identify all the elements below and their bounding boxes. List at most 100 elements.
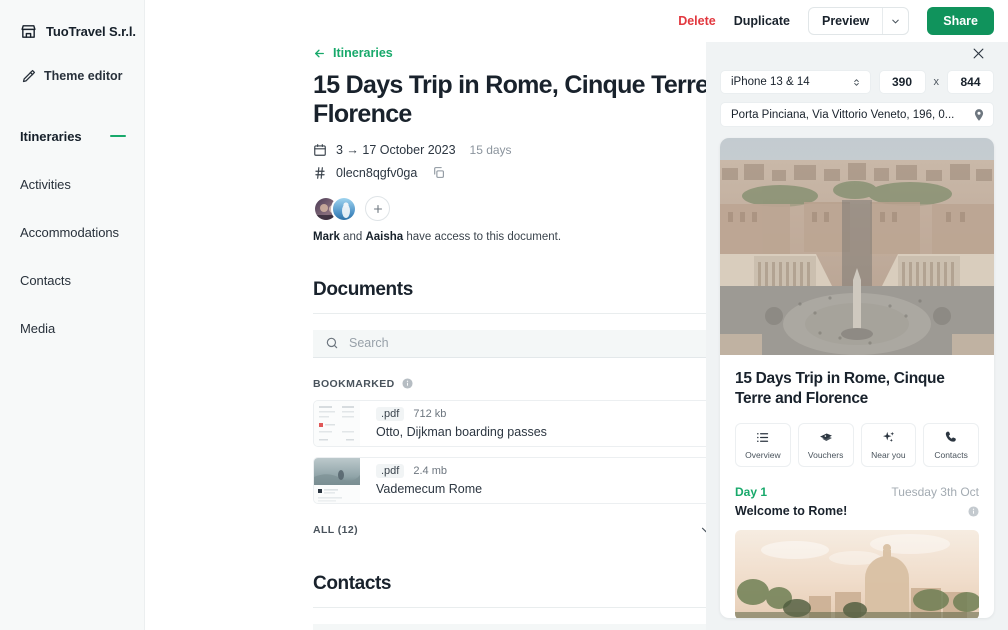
- phone-icon: [944, 430, 959, 445]
- avatar[interactable]: [331, 196, 357, 222]
- back-link-label: Itineraries: [333, 46, 393, 60]
- day-image-rome-skyline: [735, 530, 979, 618]
- info-icon[interactable]: [968, 506, 979, 517]
- document-size: 712 kb: [413, 408, 446, 420]
- all-documents-toggle[interactable]: ALL (12): [313, 523, 706, 537]
- sidebar: TuoTravel S.r.l. Theme editor Itinerarie…: [0, 0, 145, 630]
- document-thumbnail: [314, 401, 360, 446]
- sidebar-item-label: Itineraries: [20, 129, 82, 144]
- device-select-value: iPhone 13 & 14: [731, 76, 810, 88]
- day-label: Day 1: [735, 485, 767, 499]
- tab-vouchers[interactable]: Vouchers: [798, 423, 854, 467]
- width-input[interactable]: 390: [879, 70, 926, 94]
- list-icon: [755, 430, 770, 445]
- tab-label: Vouchers: [808, 450, 843, 460]
- dimension-separator: x: [934, 76, 940, 88]
- chevron-down-icon: [699, 523, 706, 537]
- contacts-search-input[interactable]: Search: [313, 624, 706, 630]
- bookmarked-section-label: BOOKMARKED: [313, 378, 706, 390]
- duration-label: 15 days: [470, 143, 512, 157]
- date-range-row: 3 → 17 October 2023 15 days: [313, 143, 706, 157]
- device-controls: iPhone 13 & 14 390 x 844: [720, 70, 994, 94]
- main-content: Itineraries 15 Days Trip in Rome, Cinque…: [145, 0, 706, 630]
- location-pin-icon[interactable]: [972, 108, 986, 122]
- sidebar-item-label: Media: [20, 321, 55, 336]
- app-root: TuoTravel S.r.l. Theme editor Itinerarie…: [0, 0, 1008, 630]
- phone-tab-bar: Overview Vouchers: [735, 423, 979, 467]
- sidebar-item-label: Contacts: [20, 273, 71, 288]
- tab-label: Contacts: [934, 450, 968, 460]
- brush-icon: [21, 69, 36, 84]
- tab-label: Near you: [871, 450, 906, 460]
- sidebar-item-contacts[interactable]: Contacts: [0, 268, 144, 292]
- documents-search-placeholder: Search: [349, 336, 389, 350]
- store-icon: [20, 23, 37, 40]
- document-size: 2.4 mb: [413, 465, 447, 477]
- date-range-label: 3 → 17 October 2023: [336, 143, 456, 157]
- day-date: Tuesday 3th Oct: [891, 485, 979, 499]
- contacts-heading: Contacts: [313, 573, 706, 595]
- add-collaborator-button[interactable]: [365, 196, 390, 221]
- itinerary-id-value: 0lecn8qgfv0ga: [336, 166, 417, 180]
- preview-button-group: Preview: [808, 7, 909, 35]
- brand-name: TuoTravel S.r.l.: [46, 24, 136, 39]
- document-extension: .pdf: [376, 407, 404, 421]
- device-select[interactable]: iPhone 13 & 14: [720, 70, 871, 94]
- document-card[interactable]: .pdf 2.4 mb Vademecum Rome: [313, 457, 706, 504]
- collaborator-name-1: Mark: [313, 231, 340, 243]
- brand[interactable]: TuoTravel S.r.l.: [0, 18, 144, 44]
- tab-contacts[interactable]: Contacts: [923, 423, 979, 467]
- close-icon[interactable]: [971, 46, 986, 61]
- arrow-left-icon: [313, 47, 326, 60]
- day-title-row: Welcome to Rome!: [735, 504, 979, 518]
- documents-heading: Documents: [313, 279, 706, 301]
- top-toolbar: Delete Duplicate Preview Share: [706, 0, 1008, 42]
- access-description: Mark and Aaisha have access to this docu…: [313, 231, 706, 243]
- active-indicator: [110, 135, 126, 138]
- info-icon[interactable]: [402, 378, 413, 389]
- access-suffix: have access to this document.: [403, 231, 561, 243]
- copy-icon[interactable]: [432, 166, 445, 179]
- all-documents-label: ALL (12): [313, 524, 358, 536]
- access-joiner: and: [340, 231, 366, 243]
- sidebar-item-accommodations[interactable]: Accommodations: [0, 220, 144, 244]
- collaborator-avatars: [313, 196, 706, 222]
- chevron-updown-icon: [851, 77, 862, 88]
- back-to-itineraries-link[interactable]: Itineraries: [313, 46, 706, 60]
- document-name: Otto, Dijkman boarding passes: [376, 425, 547, 439]
- document-extension: .pdf: [376, 464, 404, 478]
- tab-overview[interactable]: Overview: [735, 423, 791, 467]
- phone-preview-title: 15 Days Trip in Rome, Cinque Terre and F…: [735, 369, 979, 409]
- preview-dropdown-button[interactable]: [882, 8, 908, 34]
- collaborator-name-2: Aaisha: [365, 231, 403, 243]
- height-input[interactable]: 844: [947, 70, 994, 94]
- preview-button[interactable]: Preview: [809, 8, 882, 34]
- share-button[interactable]: Share: [927, 7, 994, 35]
- address-input[interactable]: Porta Pinciana, Via Vittorio Veneto, 196…: [720, 102, 994, 127]
- bookmarked-label-text: BOOKMARKED: [313, 378, 395, 390]
- day-title: Welcome to Rome!: [735, 504, 847, 518]
- theme-editor-label: Theme editor: [44, 69, 123, 83]
- itinerary-id-row: 0lecn8qgfv0ga: [313, 166, 706, 180]
- ticket-icon: [818, 430, 834, 445]
- theme-editor-link[interactable]: Theme editor: [0, 64, 144, 88]
- tab-near-you[interactable]: Near you: [861, 423, 917, 467]
- divider: [313, 607, 706, 608]
- documents-search-input[interactable]: Search: [313, 330, 706, 358]
- sparkles-icon: [881, 430, 896, 445]
- preview-panel: Delete Duplicate Preview Share: [706, 0, 1008, 630]
- page-title: 15 Days Trip in Rome, Cinque Terre and F…: [313, 71, 706, 129]
- delete-button[interactable]: Delete: [678, 14, 716, 28]
- phone-preview: 15 Days Trip in Rome, Cinque Terre and F…: [720, 138, 994, 618]
- hero-image-rome-aerial: [720, 138, 994, 355]
- sidebar-item-media[interactable]: Media: [0, 316, 144, 340]
- document-card[interactable]: .pdf 712 kb Otto, Dijkman boarding passe…: [313, 400, 706, 447]
- sidebar-item-activities[interactable]: Activities: [0, 172, 144, 196]
- duplicate-button[interactable]: Duplicate: [734, 14, 790, 28]
- sidebar-item-label: Accommodations: [20, 225, 119, 240]
- document-thumbnail: [314, 458, 360, 503]
- tab-label: Overview: [745, 450, 780, 460]
- document-name: Vademecum Rome: [376, 482, 482, 496]
- calendar-icon: [313, 143, 327, 157]
- sidebar-item-itineraries[interactable]: Itineraries: [0, 124, 144, 148]
